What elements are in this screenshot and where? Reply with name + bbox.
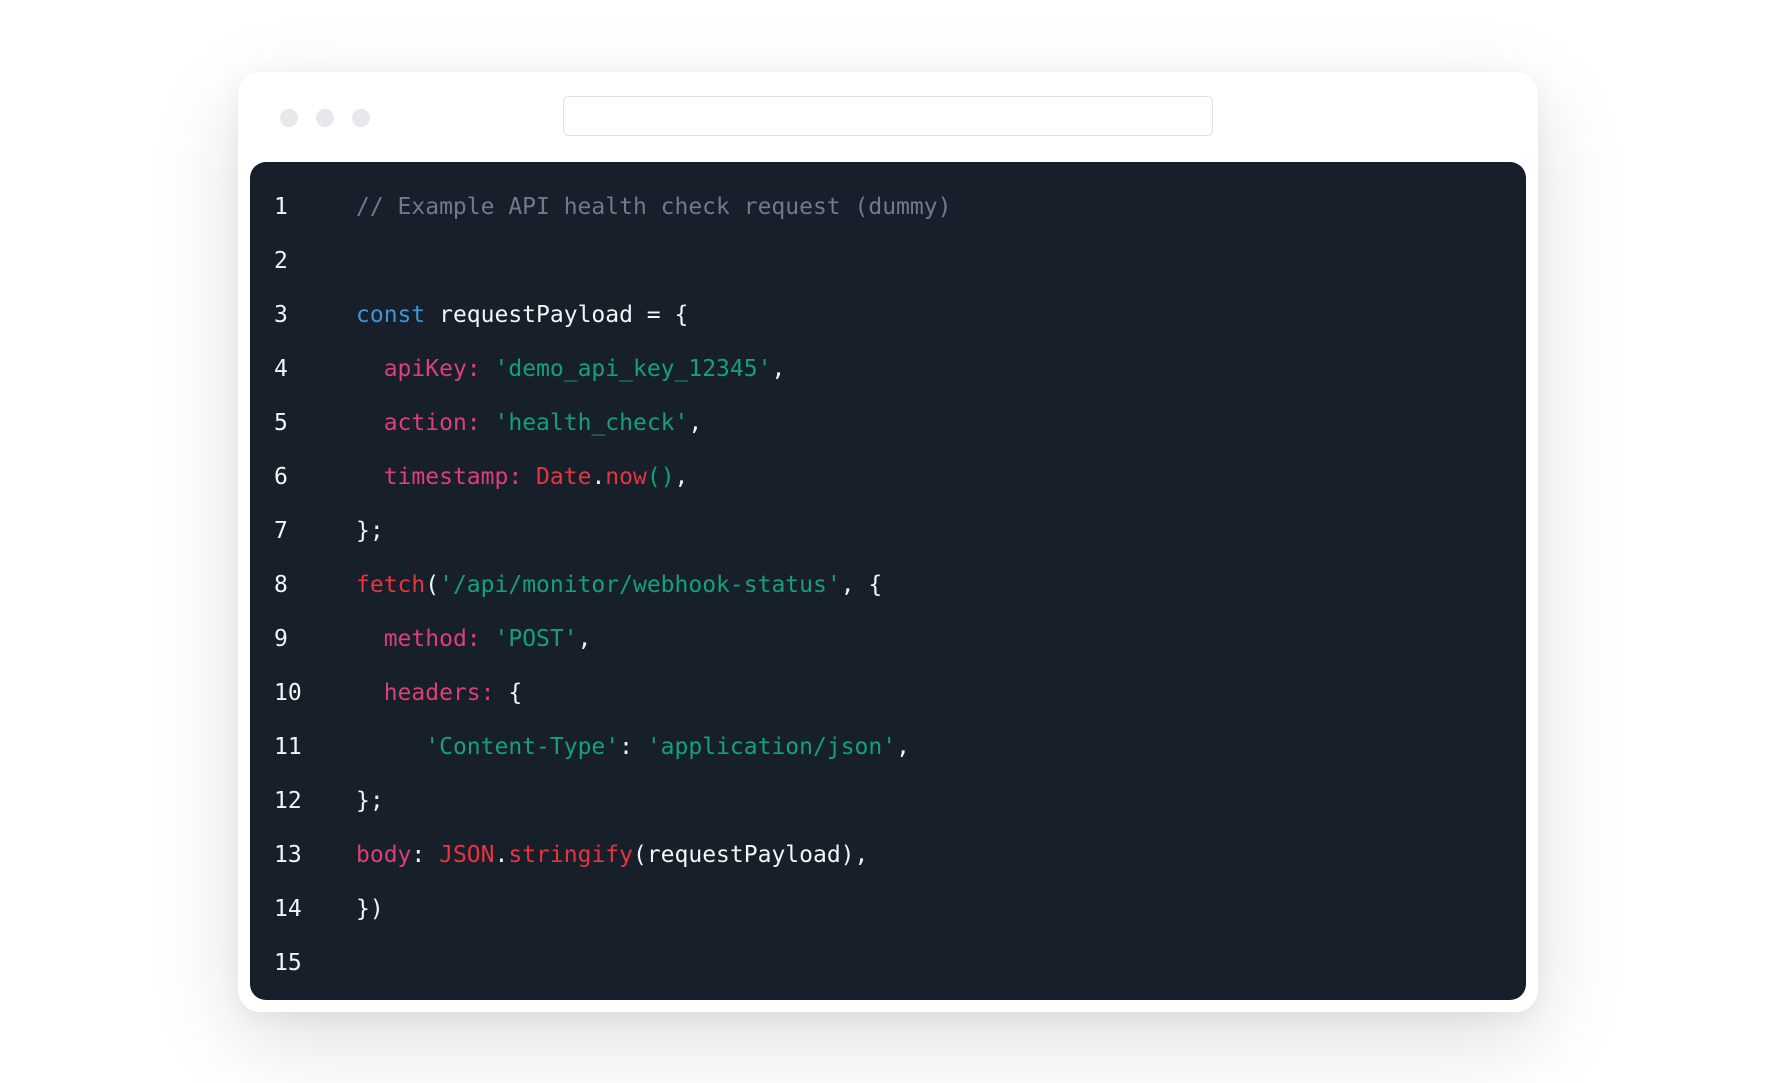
line-source: headers: { — [356, 666, 522, 720]
line-source: }; — [356, 504, 384, 558]
line-source: apiKey: 'demo_api_key_12345', — [356, 342, 786, 396]
line-number: 13 — [274, 842, 302, 868]
window-close-dot-icon[interactable] — [280, 109, 298, 127]
line-number: 9 — [274, 626, 288, 652]
code-line: 4 apiKey: 'demo_api_key_12345', — [250, 342, 1526, 396]
line-source: fetch('/api/monitor/webhook-status', { — [356, 558, 882, 612]
code-line: 14}) — [250, 882, 1526, 936]
code-line: 8 fetch('/api/monitor/webhook-status', { — [250, 558, 1526, 612]
code-token-plain: , — [577, 626, 592, 652]
code-token-str: () — [646, 464, 675, 490]
code-editor[interactable]: 1 // Example API health check request (du… — [250, 162, 1526, 1000]
line-source: }) — [356, 882, 384, 936]
code-token-key: headers: — [383, 680, 495, 706]
code-line: 6 timestamp: Date.now(), — [250, 450, 1526, 504]
code-token-fn: now — [605, 464, 647, 490]
code-token-kw: const — [356, 302, 426, 328]
line-number: 3 — [274, 302, 288, 328]
window-minimize-dot-icon[interactable] — [316, 109, 334, 127]
code-line: 10 headers: { — [250, 666, 1526, 720]
line-number: 15 — [274, 950, 302, 976]
code-token-plain: , { — [840, 572, 883, 598]
line-number: 1 — [274, 194, 288, 220]
line-number: 10 — [274, 680, 302, 706]
code-line: 5 action: 'health_check', — [250, 396, 1526, 450]
window-maximize-dot-icon[interactable] — [352, 109, 370, 127]
line-source: body: JSON.stringify(requestPayload), — [356, 828, 868, 882]
line-number: 14 — [274, 896, 302, 922]
code-token-fn: JSON — [439, 842, 495, 868]
code-line: 12}; — [250, 774, 1526, 828]
code-token-plain: requestPayload = { — [425, 302, 689, 328]
code-token-str: 'Content-Type' — [425, 734, 620, 760]
line-source: 'Content-Type': 'application/json', — [356, 720, 910, 774]
line-number: 4 — [274, 356, 288, 382]
code-token-fn: Date — [536, 464, 592, 490]
code-line: 11 'Content-Type': 'application/json', — [250, 720, 1526, 774]
code-token-plain: }; — [356, 788, 384, 814]
code-token-plain: }; — [356, 518, 384, 544]
line-number: 8 — [274, 572, 288, 598]
code-line: 2 — [250, 234, 1526, 288]
code-line: 13 body: JSON.stringify(requestPayload), — [250, 828, 1526, 882]
code-line: 3 const requestPayload = { — [250, 288, 1526, 342]
code-lines: 1 // Example API health check request (du… — [250, 180, 1526, 990]
code-token-plain: }) — [356, 896, 384, 922]
code-token-key: apiKey: — [383, 356, 481, 382]
code-token-fn: stringify — [508, 842, 633, 868]
window-titlebar — [238, 72, 1538, 162]
browser-window: 1 // Example API health check request (du… — [238, 72, 1538, 1012]
code-token-plain: { — [494, 680, 523, 706]
code-line: 9 method: 'POST', — [250, 612, 1526, 666]
code-line: 7}; — [250, 504, 1526, 558]
line-source: const requestPayload = { — [356, 288, 688, 342]
code-token-key: method: — [383, 626, 481, 652]
code-token-plain: : — [411, 842, 440, 868]
code-token-comment: // Example API health check request (dum… — [356, 194, 952, 220]
line-number: 2 — [274, 248, 288, 274]
line-source: method: 'POST', — [356, 612, 592, 666]
code-token-str: 'demo_api_key_12345' — [494, 356, 772, 382]
line-number: 6 — [274, 464, 288, 490]
code-token-str: 'POST' — [494, 626, 578, 652]
line-source: action: 'health_check', — [356, 396, 703, 450]
line-number: 7 — [274, 518, 288, 544]
code-token-plain: . — [494, 842, 509, 868]
code-token-str: '/api/monitor/webhook-status' — [439, 572, 841, 598]
address-bar-input[interactable] — [563, 96, 1213, 136]
code-line: 15 — [250, 936, 1526, 990]
code-token-plain: , — [771, 356, 786, 382]
code-token-key: body — [356, 842, 412, 868]
line-source: timestamp: Date.now(), — [356, 450, 689, 504]
code-token-plain: , — [688, 410, 703, 436]
line-source: // Example API health check request (dum… — [356, 180, 951, 234]
code-token-str: 'health_check' — [494, 410, 689, 436]
code-token-plain: . — [591, 464, 606, 490]
code-token-fn: fetch — [356, 572, 426, 598]
line-source: }; — [356, 774, 384, 828]
code-token-plain: : — [619, 734, 647, 760]
code-token-str: 'application/json' — [646, 734, 897, 760]
code-token-key: action: — [383, 410, 481, 436]
code-token-plain: , — [896, 734, 910, 760]
line-number: 11 — [274, 734, 302, 760]
code-token-key: timestamp: — [383, 464, 523, 490]
page-background: 1 // Example API health check request (du… — [0, 0, 1770, 1083]
code-token-plain: (requestPayload), — [632, 842, 869, 868]
line-number: 12 — [274, 788, 302, 814]
code-line: 1 // Example API health check request (du… — [250, 180, 1526, 234]
line-number: 5 — [274, 410, 288, 436]
code-token-plain: , — [674, 464, 689, 490]
code-token-plain: ( — [425, 572, 440, 598]
